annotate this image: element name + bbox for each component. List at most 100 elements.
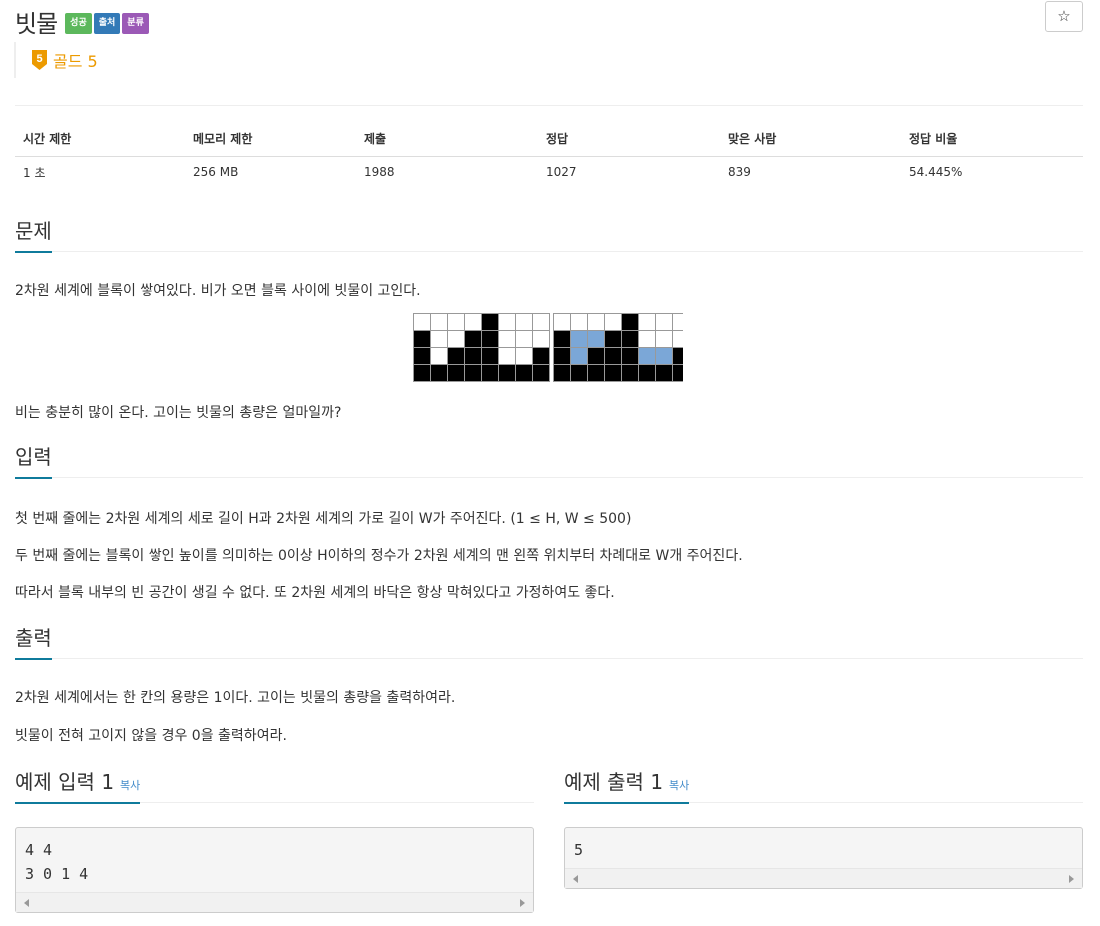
star-button[interactable]: ☆	[1045, 1, 1083, 32]
copy-sample-input-button[interactable]: 복사	[120, 779, 140, 792]
right-grid-cell	[621, 313, 639, 331]
right-grid-cell	[604, 364, 622, 382]
left-grid-cell	[532, 364, 550, 382]
right-grid-cell	[553, 313, 571, 331]
left-grid-cell	[447, 347, 465, 365]
sample-output-box[interactable]: 5	[564, 827, 1083, 889]
left-grid-cell	[532, 330, 550, 348]
left-grid-cell	[464, 364, 482, 382]
scroll-left-icon[interactable]	[573, 875, 578, 883]
header-memory-limit: 메모리 제한	[185, 122, 356, 157]
problem-labels: 성공 출처 분류	[65, 13, 151, 34]
right-grid-cell	[604, 313, 622, 331]
right-grid-cell	[570, 330, 588, 348]
right-grid-cell	[672, 330, 683, 348]
problem-info-table: 시간 제한 메모리 제한 제출 정답 맞은 사람 정답 비율 1 초 256 M…	[15, 122, 1083, 188]
left-grid-cell	[430, 313, 448, 331]
left-grid-cell	[430, 347, 448, 365]
value-memory-limit: 256 MB	[193, 165, 239, 180]
section-input-header: 입력	[15, 442, 1083, 479]
horizontal-scrollbar[interactable]	[565, 868, 1082, 888]
divider	[15, 105, 1083, 106]
right-grid-cell	[638, 364, 656, 382]
section-input-title: 입력	[15, 443, 52, 479]
right-grid-cell	[604, 347, 622, 365]
right-grid-cell	[570, 313, 588, 331]
left-grid-cell	[515, 364, 533, 382]
left-grid-cell	[464, 347, 482, 365]
right-grid-cell	[570, 364, 588, 382]
header-time-limit: 시간 제한	[15, 122, 185, 157]
scroll-right-icon[interactable]	[520, 899, 525, 907]
value-time-limit: 1 초	[23, 165, 46, 180]
sample-output-heading: 예제 출력 1 복사	[564, 768, 690, 804]
left-grid-cell	[413, 347, 431, 365]
table-header-row: 시간 제한 메모리 제한 제출 정답 맞은 사람 정답 비율	[15, 122, 1083, 157]
star-icon: ☆	[1057, 7, 1071, 25]
right-grid-cell	[655, 347, 673, 365]
right-grid-cell	[553, 330, 571, 348]
output-line-1: 2차원 세계에서는 한 칸의 용량은 1이다. 고이는 빗물의 총량을 출력하여…	[15, 690, 456, 706]
left-grid-cell	[498, 364, 516, 382]
left-grid-cell	[481, 364, 499, 382]
sample-output-title: 예제 출력 1	[564, 770, 664, 794]
header-ratio: 정답 비율	[901, 122, 1083, 157]
label-source[interactable]: 출처	[93, 13, 121, 34]
sample-output-header: 예제 출력 1 복사	[564, 767, 1083, 804]
left-grid-cell	[464, 330, 482, 348]
left-grid-cell	[481, 330, 499, 348]
left-grid-cell	[464, 313, 482, 331]
sample-input-title: 예제 입력 1	[15, 770, 115, 794]
section-problem-header: 문제	[15, 216, 1083, 253]
right-grid-cell	[672, 364, 683, 382]
label-success[interactable]: 성공	[65, 13, 92, 34]
problem-question: 비는 충분히 많이 온다. 고이는 빗물의 총량은 얼마일까?	[15, 405, 342, 421]
problem-title: 빗물	[15, 10, 58, 38]
right-grid-cell	[621, 330, 639, 348]
left-grid-cell	[481, 347, 499, 365]
left-grid-cell	[447, 313, 465, 331]
right-grid-cell	[621, 347, 639, 365]
input-line-2: 두 번째 줄에는 블록이 쌓인 높이를 의미하는 0이상 H이하의 정수가 2차…	[15, 548, 743, 564]
tier-row: 5 골드 5	[14, 42, 98, 78]
right-grid-cell	[655, 313, 673, 331]
section-output-header: 출력	[15, 623, 1083, 660]
right-grid-cell	[553, 347, 571, 365]
output-line-2: 빗물이 전혀 고이지 않을 경우 0을 출력하여라.	[15, 728, 287, 744]
label-category[interactable]: 분류	[122, 13, 149, 34]
left-grid-cell	[430, 330, 448, 348]
tier-number: 5	[36, 53, 42, 65]
horizontal-scrollbar[interactable]	[16, 892, 533, 912]
sample-input-content: 4 4 3 0 1 4	[25, 841, 89, 883]
right-grid-cell	[553, 364, 571, 382]
left-grid-cell	[498, 330, 516, 348]
sample-output-content: 5	[574, 841, 584, 859]
scroll-right-icon[interactable]	[1069, 875, 1074, 883]
right-grid-cell	[570, 347, 588, 365]
tier-text[interactable]: 골드 5	[53, 48, 98, 72]
left-grid-cell	[532, 347, 550, 365]
left-grid-cell	[532, 313, 550, 331]
value-ratio: 54.445%	[909, 165, 963, 180]
sample-input-box[interactable]: 4 4 3 0 1 4	[15, 827, 534, 913]
right-grid-cell	[638, 347, 656, 365]
rainwater-grids	[413, 313, 683, 382]
table-row: 1 초 256 MB 1988 1027 839 54.445%	[15, 156, 1083, 188]
section-problem-title: 문제	[15, 217, 52, 253]
right-grid-cell	[638, 330, 656, 348]
value-solvers: 839	[728, 165, 751, 180]
right-grid-cell	[621, 364, 639, 382]
section-output-title: 출력	[15, 624, 52, 660]
left-grid-cell	[413, 313, 431, 331]
rainwater-figure	[413, 313, 683, 387]
left-grid-cell	[481, 313, 499, 331]
value-accepted: 1027	[546, 165, 577, 180]
right-grid-cell	[587, 347, 605, 365]
sample-input-header: 예제 입력 1 복사	[15, 767, 534, 804]
right-grid-cell	[655, 364, 673, 382]
value-submissions: 1988	[364, 165, 395, 180]
scroll-left-icon[interactable]	[24, 899, 29, 907]
right-grid-cell	[672, 347, 683, 365]
left-grid-cell	[498, 347, 516, 365]
copy-sample-output-button[interactable]: 복사	[669, 779, 689, 792]
